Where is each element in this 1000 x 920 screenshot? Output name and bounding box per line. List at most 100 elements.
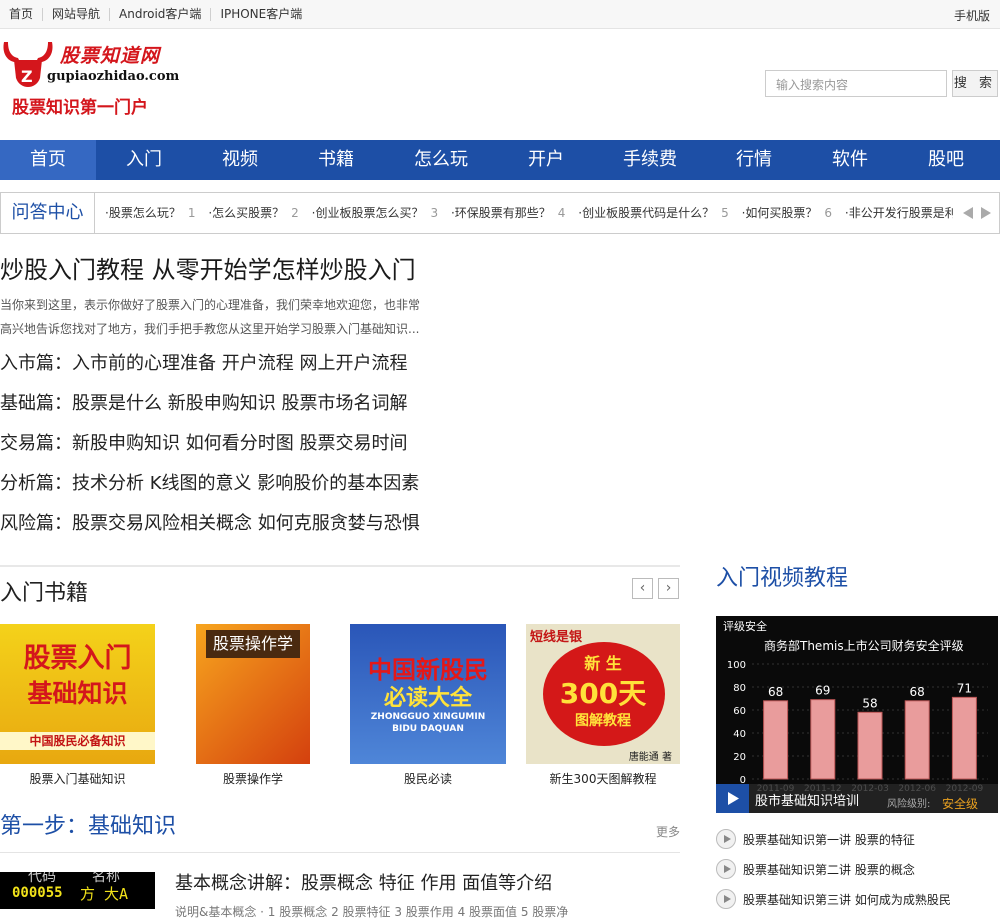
book-cover-line: 短线是银 (530, 630, 583, 645)
chart-title: 商务部Themis上市公司财务安全评级 (764, 638, 964, 653)
chart-footer-risk: 风险级别: (887, 799, 931, 810)
top-link-android[interactable]: Android客户端 (110, 8, 212, 21)
nav-item-account[interactable]: 开户 (498, 140, 594, 180)
top-bar: 首页 网站导航 Android客户端 IPHONE客户端 手机版 (0, 0, 1000, 29)
qa-item[interactable]: ·创业板股票代码是什么？ 5 (578, 206, 728, 220)
qa-item[interactable]: ·环保股票有那些？ 4 (451, 206, 565, 220)
top-link-mobile[interactable]: 手机版 (954, 7, 990, 24)
book-caption: 股票入门基础知识 (29, 772, 126, 786)
book-cover-line: 股票入门 (23, 643, 132, 674)
qa-title[interactable]: 问答中心 (1, 193, 95, 233)
chart-ytick-label: 40 (733, 729, 746, 740)
nav-item-intro[interactable]: 入门 (96, 140, 192, 180)
nav-item-fees[interactable]: 手续费 (594, 140, 706, 180)
chart-value-label: 69 (815, 684, 830, 698)
chart-value-label: 68 (910, 685, 925, 699)
step-divider (0, 852, 680, 853)
play-circle-icon (716, 889, 736, 909)
books-next-button[interactable]: › (658, 578, 679, 599)
top-link-iphone[interactable]: IPHONE客户端 (211, 8, 311, 21)
qa-list: ·股票怎么玩？ 1 ·怎么买股票？ 2 ·创业板股票怎么买？ 3 ·环保股票有那些？ 4… (105, 193, 953, 233)
qa-item[interactable]: ·怎么买股票？ 2 (208, 206, 298, 220)
more-link[interactable]: 更多 (656, 823, 680, 840)
search-input[interactable]: 输入搜索内容 (765, 70, 947, 97)
nav-item-howto[interactable]: 怎么玩 (384, 140, 498, 180)
category-label: 分析篇： (0, 473, 72, 494)
nav-item-software[interactable]: 软件 (802, 140, 898, 180)
qa-item[interactable]: ·如何买股票？ 6 (742, 206, 832, 220)
chart-ytick-label: 80 (733, 683, 746, 694)
nav-item-forum[interactable]: 股吧 (898, 140, 994, 180)
arrow-left-icon[interactable] (961, 206, 975, 220)
top-link-sitemap[interactable]: 网站导航 (43, 8, 111, 21)
ticker-code-label: 代码 (28, 872, 56, 885)
book-cover-line: 新 生 (584, 654, 622, 673)
chart-ytick-label: 20 (733, 752, 746, 763)
chart-bar (951, 696, 977, 780)
bull-logo-icon: Z (3, 42, 53, 87)
chart-footer-safe: 安全级 (942, 797, 979, 811)
play-circle-icon (716, 859, 736, 879)
chart-value-label: 58 (862, 696, 877, 710)
book-caption: 股民必读 (403, 772, 452, 786)
book-cover-line: 中国股民必备知识 (0, 732, 155, 750)
category-row: 交易篇：新股申购知识 如何看分时图 股票交易时间 (0, 429, 407, 455)
nav-item-home[interactable]: 首页 (0, 140, 96, 180)
chart-corner-label: 评级安全 (723, 619, 767, 633)
top-links: 首页 网站导航 Android客户端 IPHONE客户端 (0, 0, 311, 29)
book-item[interactable]: 中国新股民 必读大全 ZHONGGUO XINGUMIN BIDU DAQUAN… (350, 624, 506, 786)
section-divider (0, 565, 680, 567)
arrow-right-icon[interactable] (979, 206, 993, 220)
video-label: 股市基础知识培训 (755, 794, 860, 809)
site-logo[interactable]: Z 股票知道网 gupiaozhidao.com 股票知识第一门户 (0, 38, 185, 118)
book-cover: 股票操作学 (196, 624, 310, 764)
category-links[interactable]: 股票交易风险相关概念 如何克服贪婪与恐惧 (72, 513, 420, 534)
qa-item[interactable]: ·股票怎么玩？ 1 (105, 206, 195, 220)
nav-item-market[interactable]: 行情 (706, 140, 802, 180)
nav-item-books[interactable]: 书籍 (288, 140, 384, 180)
intro-title[interactable]: 炒股入门教程 从零开始学怎样炒股入门 (0, 250, 416, 285)
category-row: 风险篇：股票交易风险相关概念 如何克服贪婪与恐惧 (0, 509, 420, 535)
chart-ytick-label: 60 (733, 706, 746, 717)
category-links[interactable]: 技术分析 K线图的意义 影响股价的基本因素 (72, 473, 419, 494)
top-link-home[interactable]: 首页 (0, 8, 44, 21)
search-button[interactable]: 搜 索 (952, 70, 998, 97)
logo-slogan: 股票知识第一门户 (12, 98, 148, 118)
category-row: 基础篇：股票是什么 新股申购知识 股票市场名词解 (0, 389, 407, 415)
book-item[interactable]: 股票操作学 股票操作学 (196, 624, 310, 786)
chart-bar (763, 700, 789, 780)
chart-bar (857, 711, 883, 780)
book-cover-line: 基础知识 (27, 679, 128, 708)
play-icon (728, 792, 739, 805)
qa-center: 问答中心 ·股票怎么玩？ 1 ·怎么买股票？ 2 ·创业板股票怎么买？ 3 ·环保股票… (0, 192, 1000, 234)
book-item[interactable]: 短线是银 新 生 300天 图解教程 唐能通 著 新生300天图解教程 (526, 624, 680, 786)
qa-item[interactable]: ·非公开发行股票是利 (845, 206, 953, 220)
video-control-bar: 股市基础知识培训 风险级别: 安全级 (716, 784, 998, 813)
nav-item-video[interactable]: 视频 (192, 140, 288, 180)
category-links[interactable]: 股票是什么 新股申购知识 股票市场名词解 (72, 393, 407, 414)
book-cover-line: 必读大全 (383, 686, 472, 711)
step-title: 第一步：基础知识 (0, 814, 177, 839)
svg-text:Z: Z (21, 67, 33, 86)
chart-bar (904, 700, 930, 780)
book-cover-line: 股票操作学 (206, 630, 300, 658)
book-cover-line: 唐能通 著 (628, 752, 672, 763)
ticker-code: 000055 (12, 885, 63, 901)
chart-bar (810, 699, 836, 780)
category-links[interactable]: 新股申购知识 如何看分时图 股票交易时间 (72, 433, 407, 454)
intro-desc: 当你来到这里，表示你做好了股票入门的心理准备，我们荣幸地欢迎您，也非常高兴地告诉… (0, 298, 421, 336)
basic-headline[interactable]: 基本概念讲解：股票概念 特征 作用 面值等介绍 (175, 869, 552, 895)
logo-domain: gupiaozhidao.com (47, 69, 180, 84)
video-list-label: 股票基础知识第二讲 股票的概念 (743, 863, 915, 877)
play-button[interactable] (716, 784, 749, 813)
book-item[interactable]: 股票入门 基础知识 中国股民必备知识 股票入门基础知识 (0, 624, 155, 786)
qa-item[interactable]: ·创业板股票怎么买？ 3 (312, 206, 438, 220)
book-cover-line: 图解教程 (575, 713, 631, 729)
books-prev-button[interactable]: ‹ (632, 578, 653, 599)
category-links[interactable]: 入市前的心理准备 开户流程 网上开户流程 (72, 353, 407, 374)
category-label: 基础篇： (0, 393, 72, 414)
ticker-name: 方 大A (80, 885, 129, 903)
basic-sub: 说明&基本概念 · 1 股票概念 2 股票特征 3 股票作用 4 股票面值 5 … (175, 905, 569, 919)
book-cover: 股票入门 基础知识 中国股民必备知识 (0, 624, 155, 764)
stock-ticker-image: 代码 名称 000055 方 大A (0, 872, 155, 909)
